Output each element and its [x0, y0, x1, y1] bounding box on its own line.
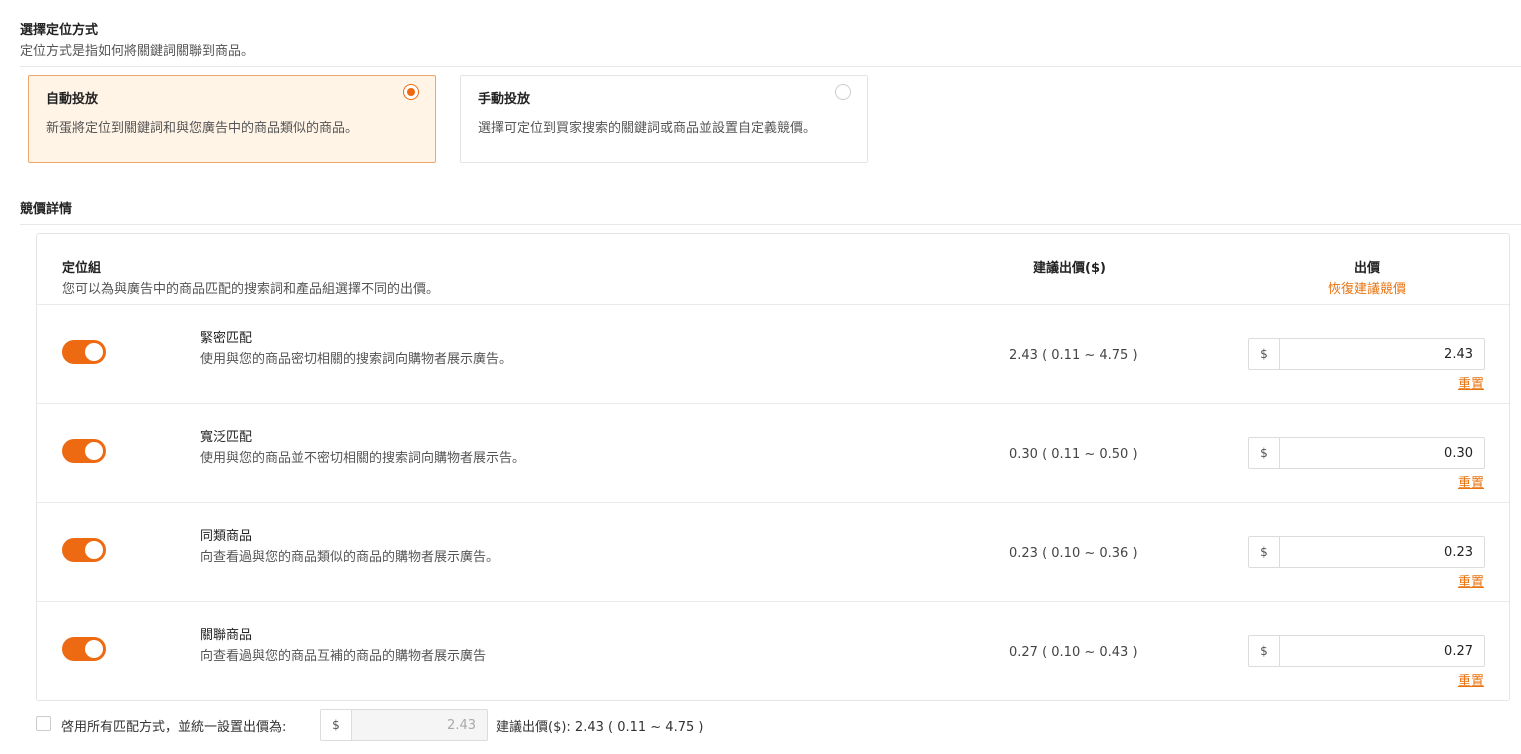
row-description: 向查看過與您的商品互補的商品的購物者展示廣告 [200, 649, 487, 664]
manual-targeting-radio[interactable] [835, 84, 851, 100]
unified-suggested-bid: 建議出價($): 2.43 ( 0.11 ~ 4.75 ) [496, 720, 704, 735]
suggested-bid: 0.27 ( 0.10 ~ 0.43 ) [1009, 645, 1138, 660]
manual-targeting-card[interactable]: 手動投放 選擇可定位到買家搜索的關鍵詞或商品並設置自定義競價。 [460, 75, 868, 163]
currency-prefix: $ [321, 710, 352, 740]
currency-prefix: $ [1249, 438, 1280, 468]
enable-all-checkbox[interactable] [36, 716, 51, 731]
currency-prefix: $ [1249, 636, 1280, 666]
broad-match-toggle[interactable] [62, 439, 106, 463]
divider [20, 224, 1521, 225]
row-description: 使用與您的商品並不密切相關的搜索詞向購物者展示告。 [200, 451, 526, 466]
bid-value[interactable]: 0.23 [1280, 537, 1484, 567]
group-column-description: 您可以為與廣告中的商品匹配的搜索詞和產品組選擇不同的出價。 [62, 282, 440, 297]
suggested-bid: 0.23 ( 0.10 ~ 0.36 ) [1009, 546, 1138, 561]
card-description: 選擇可定位到買家搜索的關鍵詞或商品並設置自定義競價。 [478, 121, 817, 136]
bid-row-exact-match: 緊密匹配 使用與您的商品密切相關的搜索詞向購物者展示廣告。 2.43 ( 0.1… [37, 305, 1509, 404]
unified-bid-value[interactable]: 2.43 [352, 710, 487, 740]
auto-targeting-card[interactable]: 自動投放 新蛋將定位到關鍵詞和與您廣告中的商品類似的商品。 [28, 75, 436, 163]
group-column-title: 定位組 [62, 261, 102, 276]
bid-value[interactable]: 2.43 [1280, 339, 1484, 369]
reset-link[interactable]: 重置 [1458, 472, 1484, 491]
card-title: 手動投放 [478, 92, 531, 107]
page: 選擇定位方式 定位方式是指如何將關鍵詞關聯到商品。 自動投放 新蛋將定位到關鍵詞… [0, 0, 1521, 754]
reset-link[interactable]: 重置 [1458, 571, 1484, 590]
enable-all-label: 啓用所有匹配方式，並統一設置出價為: [61, 720, 287, 735]
targeting-title: 選擇定位方式 [20, 23, 99, 38]
bid-value[interactable]: 0.27 [1280, 636, 1484, 666]
row-description: 向查看過與您的商品類似的商品的購物者展示廣告。 [200, 550, 500, 565]
similar-products-toggle[interactable] [62, 538, 106, 562]
exact-match-toggle[interactable] [62, 340, 106, 364]
row-name: 緊密匹配 [200, 331, 253, 346]
related-products-toggle[interactable] [62, 637, 106, 661]
bid-input[interactable]: $ 2.43 [1248, 338, 1485, 370]
targeting-description: 定位方式是指如何將關鍵詞關聯到商品。 [20, 44, 255, 59]
bid-row-broad-match: 寬泛匹配 使用與您的商品並不密切相關的搜索詞向購物者展示告。 0.30 ( 0.… [37, 404, 1509, 503]
bid-value[interactable]: 0.30 [1280, 438, 1484, 468]
card-description: 新蛋將定位到關鍵詞和與您廣告中的商品類似的商品。 [46, 121, 359, 136]
row-name: 同類商品 [200, 529, 253, 544]
bid-table-header: 定位組 您可以為與廣告中的商品匹配的搜索詞和產品組選擇不同的出價。 建議出價($… [37, 234, 1509, 305]
suggested-bid: 0.30 ( 0.11 ~ 0.50 ) [1009, 447, 1138, 462]
suggested-bid-column-title: 建議出價($) [1033, 261, 1106, 276]
bid-table: 定位組 您可以為與廣告中的商品匹配的搜索詞和產品組選擇不同的出價。 建議出價($… [36, 233, 1510, 701]
bid-row-similar-products: 同類商品 向查看過與您的商品類似的商品的購物者展示廣告。 0.23 ( 0.10… [37, 503, 1509, 602]
card-title: 自動投放 [46, 92, 99, 107]
suggested-bid: 2.43 ( 0.11 ~ 4.75 ) [1009, 348, 1138, 363]
reset-link[interactable]: 重置 [1458, 670, 1484, 689]
auto-targeting-radio[interactable] [403, 84, 419, 100]
divider [20, 66, 1521, 67]
bid-input[interactable]: $ 0.27 [1248, 635, 1485, 667]
row-name: 寬泛匹配 [200, 430, 253, 445]
row-name: 關聯商品 [200, 628, 253, 643]
row-description: 使用與您的商品密切相關的搜索詞向購物者展示廣告。 [200, 352, 513, 367]
bid-column-title: 出價 [1353, 261, 1380, 276]
restore-suggested-bids-link[interactable]: 恢復建議競價 [1307, 278, 1427, 297]
currency-prefix: $ [1249, 537, 1280, 567]
currency-prefix: $ [1249, 339, 1280, 369]
bid-input[interactable]: $ 0.30 [1248, 437, 1485, 469]
bid-input[interactable]: $ 0.23 [1248, 536, 1485, 568]
bid-row-related-products: 關聯商品 向查看過與您的商品互補的商品的購物者展示廣告 0.27 ( 0.10 … [37, 602, 1509, 701]
bid-details-title: 競價詳情 [20, 202, 73, 217]
unified-bid-input[interactable]: $ 2.43 [320, 709, 488, 741]
reset-link[interactable]: 重置 [1458, 373, 1484, 392]
